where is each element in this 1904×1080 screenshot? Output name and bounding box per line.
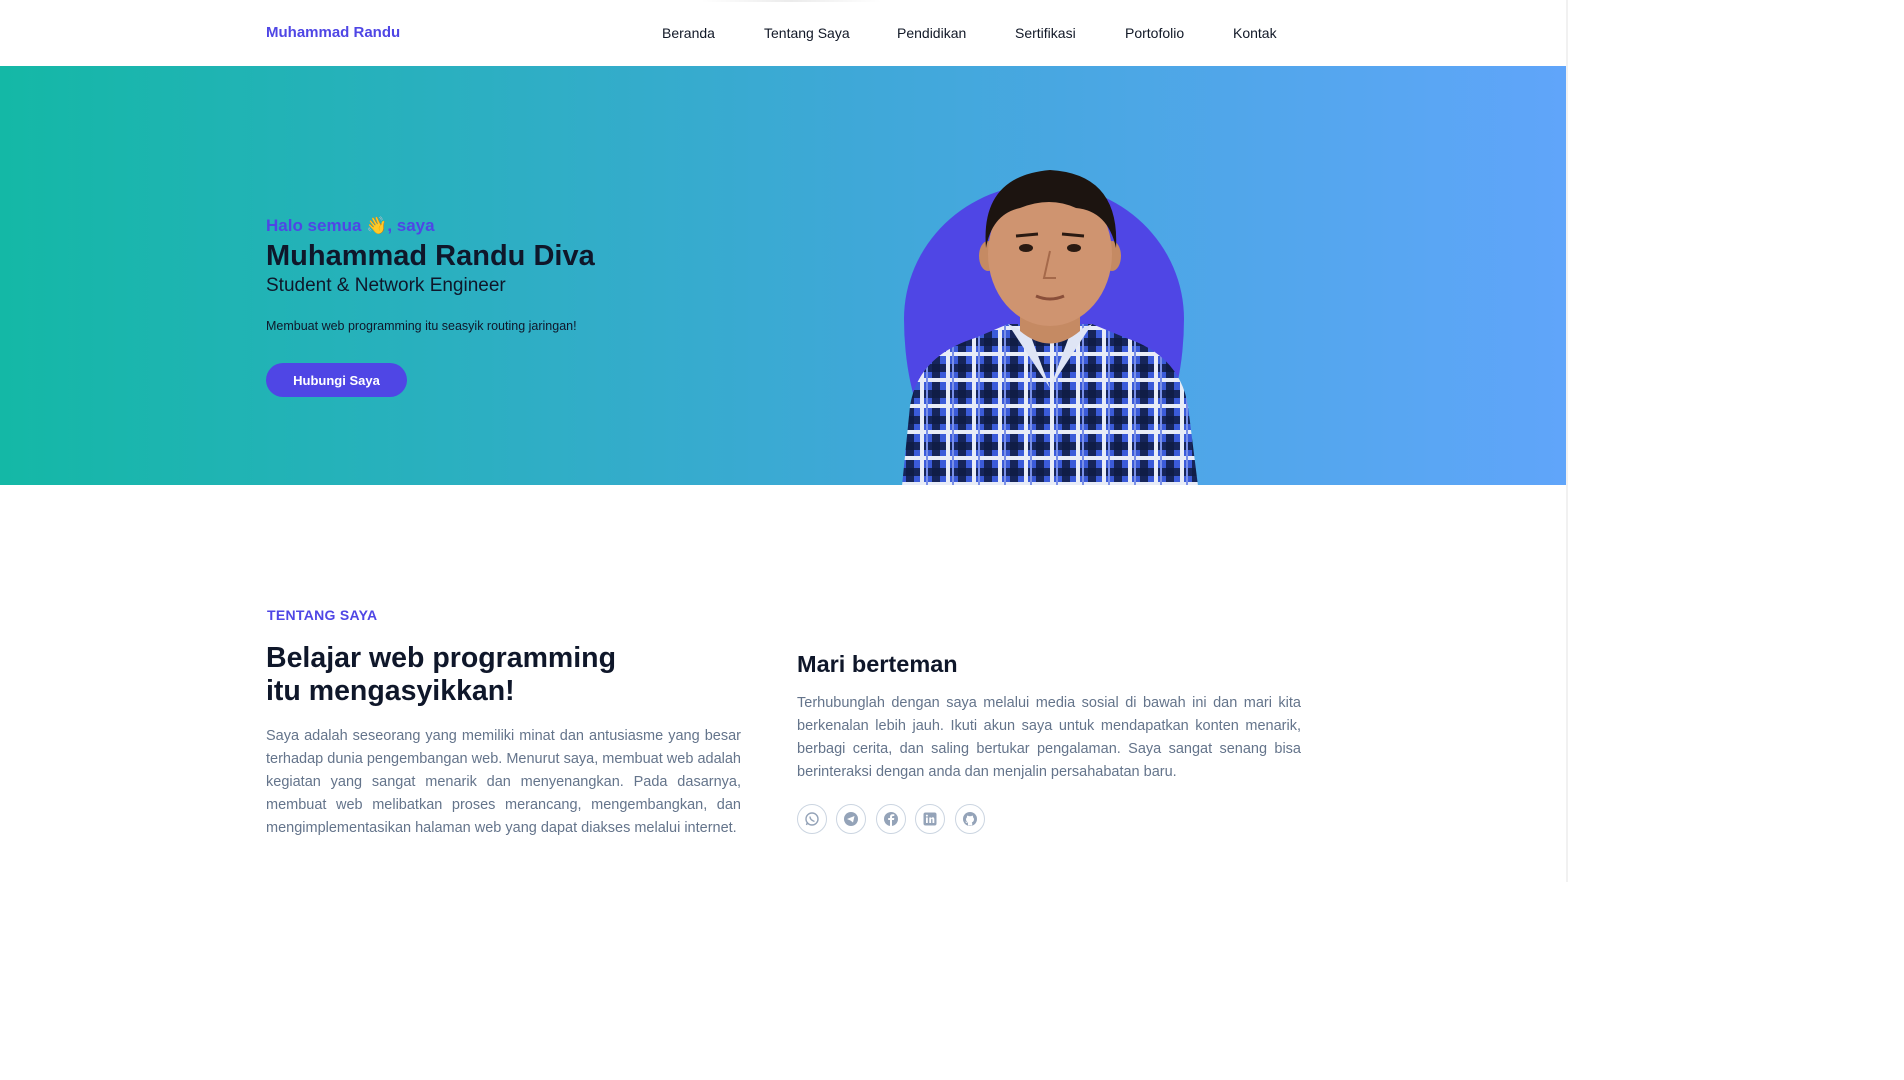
friends-description: Terhubunglah dengan saya melalui media s… xyxy=(797,695,1301,780)
profile-photo xyxy=(902,170,1198,485)
github-button[interactable] xyxy=(955,804,985,834)
nav-top-shadow xyxy=(700,0,882,2)
brand-logo[interactable]: Muhammad Randu xyxy=(266,24,400,42)
telegram-button[interactable] xyxy=(836,804,866,834)
facebook-button[interactable] xyxy=(876,804,906,834)
linkedin-button[interactable] xyxy=(915,804,945,834)
page-scrollbar[interactable] xyxy=(1566,0,1568,882)
facebook-icon xyxy=(884,812,898,826)
whatsapp-button[interactable] xyxy=(797,804,827,834)
whatsapp-icon xyxy=(805,812,819,826)
nav-link-portofolio[interactable]: Portofolio xyxy=(1125,24,1184,42)
nav-link-sertifikasi[interactable]: Sertifikasi xyxy=(1015,24,1076,42)
telegram-icon xyxy=(844,812,858,826)
hero-section: Halo semua 👋, saya Muhammad Randu Diva S… xyxy=(0,66,1566,485)
nav-link-kontak[interactable]: Kontak xyxy=(1233,24,1277,42)
hero-tagline: Membuat web programming itu seasyik rout… xyxy=(266,319,577,333)
about-description: Saya adalah seseorang yang memiliki mina… xyxy=(266,728,741,836)
hero-name: Muhammad Randu Diva xyxy=(266,240,595,272)
hero-greeting: Halo semua 👋, saya xyxy=(266,216,435,235)
nav-link-pendidikan[interactable]: Pendidikan xyxy=(897,24,966,42)
about-heading: Belajar web programming itu mengasyikkan… xyxy=(266,642,686,708)
friends-heading: Mari berteman xyxy=(797,651,958,677)
about-heading-line2: itu mengasyikkan! xyxy=(266,675,515,707)
linkedin-icon xyxy=(923,812,937,826)
about-kicker: TENTANG SAYA xyxy=(267,607,378,623)
contact-me-button[interactable]: Hubungi Saya xyxy=(266,363,407,397)
navbar: Muhammad Randu Beranda Tentang Saya Pend… xyxy=(0,0,1568,66)
nav-link-beranda[interactable]: Beranda xyxy=(662,24,715,42)
github-icon xyxy=(963,812,977,826)
about-heading-line1: Belajar web programming xyxy=(266,642,617,674)
nav-link-tentang-saya[interactable]: Tentang Saya xyxy=(764,24,850,42)
hero-role: Student & Network Engineer xyxy=(266,275,506,296)
